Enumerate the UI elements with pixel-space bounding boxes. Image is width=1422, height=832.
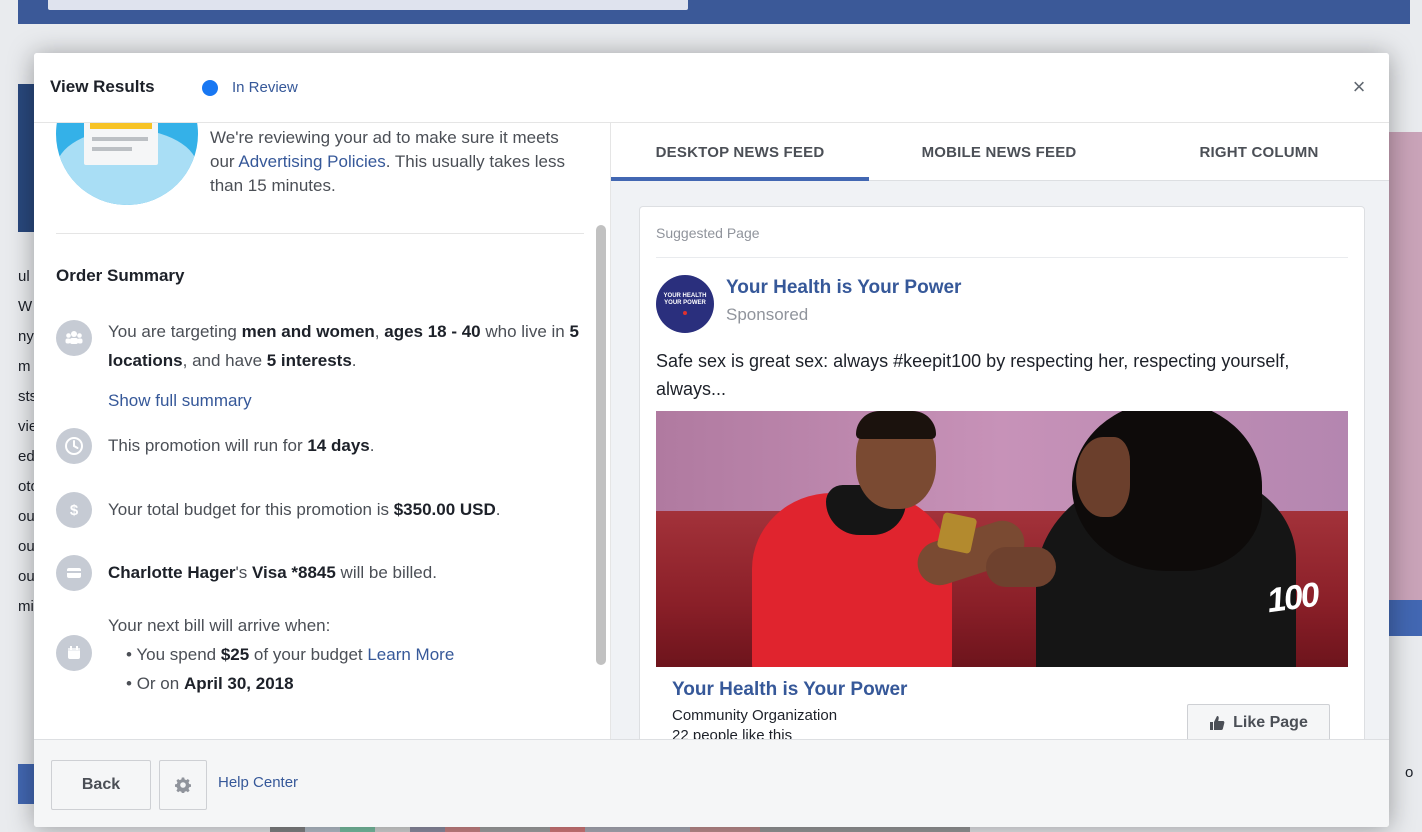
review-illustration — [56, 123, 198, 205]
thumbs-up-icon — [1210, 716, 1225, 730]
divider — [656, 257, 1348, 258]
dialog-header: View Results In Review × — [34, 53, 1389, 123]
divider — [56, 233, 584, 234]
dollar-icon: $ — [56, 492, 92, 528]
settings-button[interactable] — [159, 760, 207, 810]
view-results-dialog: View Results In Review × We're reviewing… — [34, 53, 1389, 827]
order-summary-title: Order Summary — [56, 266, 185, 285]
svg-text:$: $ — [70, 502, 79, 519]
billing-summary: Charlotte Hager's Visa *8845 will be bil… — [108, 563, 437, 582]
calendar-icon — [56, 635, 92, 671]
review-message: We're reviewing your ad to make sure it … — [210, 128, 565, 195]
audience-icon — [56, 320, 92, 356]
news-feed-post-preview: Suggested Page YOUR HEALTH YOUR POWER Yo… — [640, 207, 1364, 739]
budget-summary: Your total budget for this promotion is … — [108, 500, 501, 519]
like-page-button[interactable]: Like Page — [1187, 704, 1330, 739]
advertising-policies-link[interactable]: Advertising Policies — [238, 152, 385, 171]
background-right-button — [1388, 600, 1422, 636]
background-search-bar — [48, 0, 688, 10]
status-label: In Review — [232, 79, 298, 96]
page-likes-count: 22 people like this — [672, 727, 793, 739]
targeting-summary: You are targeting men and women, ages 18… — [108, 322, 579, 370]
back-button[interactable]: Back — [51, 760, 151, 810]
post-text: Safe sex is great sex: always #keepit100… — [656, 351, 1290, 399]
sponsored-label: Sponsored — [726, 305, 809, 324]
suggested-page-label: Suggested Page — [656, 225, 760, 241]
next-bill-item: • You spend $25 of your budget Learn Mor… — [126, 645, 455, 664]
placement-tabs: DESKTOP NEWS FEED MOBILE NEWS FEED RIGHT… — [611, 123, 1389, 181]
ad-preview-panel: DESKTOP NEWS FEED MOBILE NEWS FEED RIGHT… — [611, 123, 1389, 739]
card-icon — [56, 555, 92, 591]
ad-image[interactable]: 100 — [656, 411, 1348, 667]
close-button[interactable]: × — [1347, 73, 1371, 101]
active-tab-indicator — [611, 177, 869, 181]
background-right-text: o — [1405, 764, 1414, 781]
tab-right-column[interactable]: RIGHT COLUMN — [1129, 123, 1389, 181]
duration-summary: This promotion will run for 14 days. — [108, 436, 375, 455]
page-category: Community Organization — [672, 707, 838, 724]
background-right-image — [1388, 132, 1422, 632]
background-top-bar — [18, 0, 1410, 24]
link-title[interactable]: Your Health is Your Power — [672, 679, 907, 701]
learn-more-link[interactable]: Learn More — [367, 645, 454, 664]
next-bill-item: • Or on April 30, 2018 — [126, 674, 294, 693]
tab-desktop-news-feed[interactable]: DESKTOP NEWS FEED — [611, 123, 869, 181]
show-full-summary-link[interactable]: Show full summary — [108, 391, 252, 411]
background-left-button — [18, 764, 34, 804]
dialog-footer: Back Help Center — [34, 739, 1389, 827]
page-avatar[interactable]: YOUR HEALTH YOUR POWER — [656, 275, 714, 333]
gear-icon — [175, 777, 191, 793]
dialog-title: View Results — [50, 77, 155, 96]
next-bill-summary: Your next bill will arrive when: • You s… — [108, 611, 588, 698]
clock-icon — [56, 428, 92, 464]
hundred-emoji-text: 100 — [1264, 575, 1321, 621]
page-name-link[interactable]: Your Health is Your Power — [726, 277, 961, 299]
help-center-link[interactable]: Help Center — [218, 774, 298, 791]
status-dot-icon — [202, 80, 218, 96]
left-panel-scrollbar[interactable] — [596, 225, 606, 665]
tab-mobile-news-feed[interactable]: MOBILE NEWS FEED — [869, 123, 1129, 181]
order-summary-panel[interactable]: We're reviewing your ad to make sure it … — [34, 123, 610, 739]
